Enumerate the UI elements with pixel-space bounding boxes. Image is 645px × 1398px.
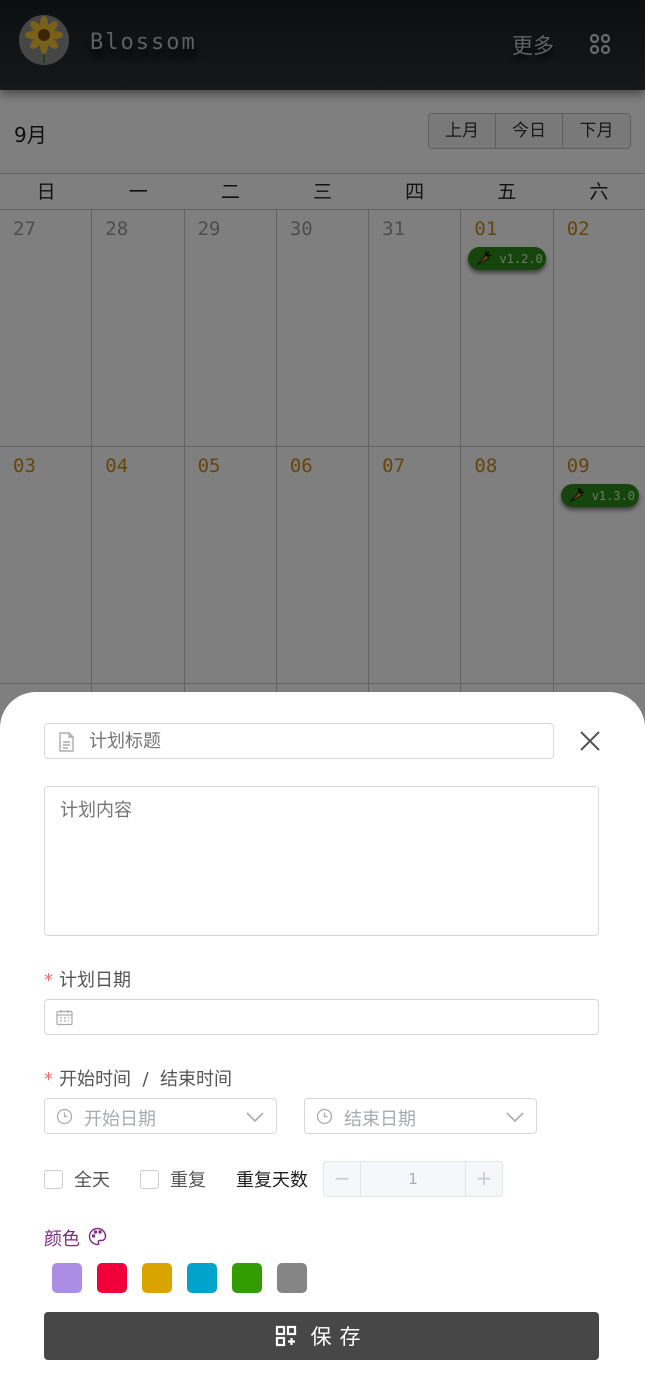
color-swatch[interactable] [232, 1263, 262, 1293]
color-swatch[interactable] [187, 1263, 217, 1293]
save-label: 保存 [310, 1325, 369, 1349]
color-swatch[interactable] [277, 1263, 307, 1293]
color-swatch[interactable] [142, 1263, 172, 1293]
close-icon[interactable] [578, 729, 602, 753]
all-day-checkbox[interactable] [44, 1170, 63, 1189]
color-swatch[interactable] [52, 1263, 82, 1293]
all-day-label[interactable]: 全天 [74, 1166, 110, 1192]
repeat-days-value[interactable]: 1 [361, 1162, 465, 1196]
plan-date-label: * 计划日期 [44, 970, 131, 991]
decrement-button[interactable]: − [324, 1162, 361, 1196]
plan-title-input[interactable] [89, 724, 539, 758]
time-range-label-text: 开始时间 / 结束时间 [59, 1069, 232, 1090]
plan-date-label-text: 计划日期 [59, 970, 131, 991]
end-time-select[interactable]: 结束日期 [304, 1098, 537, 1134]
plan-form-sheet: *计划日期 *开始时间 / 结束时间 开始日期 结束日期 全天 重复 重复天数 … [0, 692, 645, 1398]
save-button[interactable]: 保存 [44, 1312, 599, 1360]
color-swatch[interactable] [97, 1263, 127, 1293]
repeat-label[interactable]: 重复 [170, 1166, 206, 1192]
end-time-placeholder: 结束日期 [344, 1109, 416, 1130]
clock-icon [56, 1108, 73, 1125]
color-label: 颜色 [44, 1229, 80, 1250]
chevron-down-icon [506, 1112, 524, 1123]
repeat-days-stepper: − 1 + [323, 1161, 503, 1197]
save-icon [275, 1325, 296, 1347]
time-range-label: * 开始时间 / 结束时间 [44, 1069, 232, 1090]
plan-title-field [44, 723, 554, 759]
palette-icon [88, 1227, 107, 1246]
plan-date-picker[interactable] [44, 999, 599, 1035]
start-time-select[interactable]: 开始日期 [44, 1098, 277, 1134]
calendar-icon [56, 1010, 73, 1026]
document-icon [59, 732, 74, 752]
plan-content-input[interactable] [44, 786, 599, 936]
chevron-down-icon [246, 1112, 264, 1123]
start-time-placeholder: 开始日期 [84, 1109, 156, 1130]
increment-button[interactable]: + [465, 1162, 502, 1196]
clock-icon [316, 1108, 333, 1125]
repeat-days-label: 重复天数 [236, 1170, 308, 1191]
repeat-checkbox[interactable] [140, 1170, 159, 1189]
